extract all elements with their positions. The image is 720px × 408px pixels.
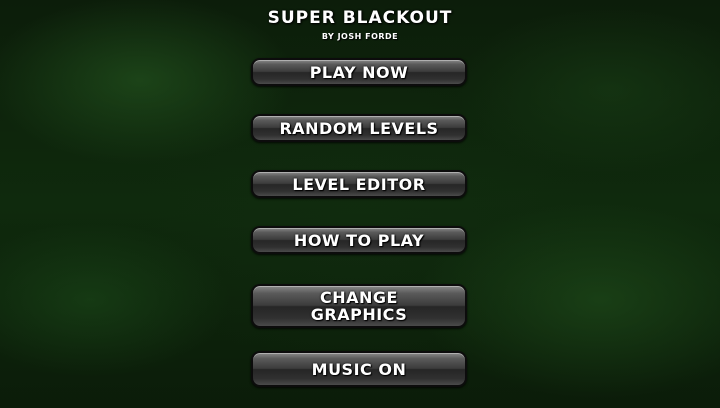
author-credit: BY JOSH FORDE xyxy=(321,32,399,41)
game-title: SUPER BLACKOUT xyxy=(267,8,453,28)
level-editor-button[interactable]: LEVEL EDITOR xyxy=(251,170,467,198)
how-to-play-button[interactable]: HOW TO PLAY xyxy=(251,226,467,254)
music-toggle-button[interactable]: MUSIC ON xyxy=(251,351,467,387)
change-graphics-button[interactable]: CHANGE GRAPHICS xyxy=(251,284,467,328)
play-now-button[interactable]: PLAY NOW xyxy=(251,58,467,86)
random-levels-button[interactable]: RANDOM LEVELS xyxy=(251,114,467,142)
